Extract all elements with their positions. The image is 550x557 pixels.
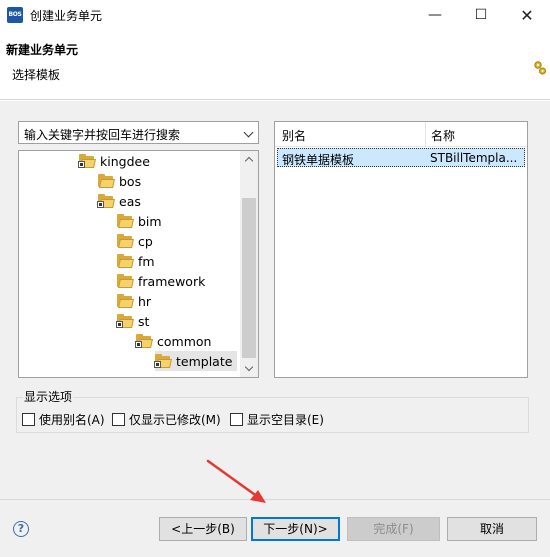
tree-item-hr[interactable]: hr xyxy=(117,291,151,311)
cancel-button[interactable]: 取消 xyxy=(447,517,537,541)
package-folder-icon xyxy=(135,333,153,348)
app-icon: BOS xyxy=(7,7,23,23)
checkbox-box[interactable] xyxy=(230,413,243,426)
search-placeholder: 输入关键字并按回车进行搜索 xyxy=(24,128,181,142)
folder-icon xyxy=(117,213,134,228)
tree-item-label: framework xyxy=(138,273,206,289)
finish-button[interactable]: 完成(F) xyxy=(347,517,440,541)
tree-item-label: eas xyxy=(119,193,141,209)
column-header-alias[interactable]: 别名 xyxy=(282,127,306,144)
wizard-title: 新建业务单元 xyxy=(6,43,79,57)
package-folder-icon xyxy=(116,313,134,328)
wizard-content: 输入关键字并按回车进行搜索 template common st hr framewor… xyxy=(0,101,550,499)
tree-item-st[interactable]: st xyxy=(116,311,150,331)
annotation-arrow-icon xyxy=(206,459,266,503)
tree-scrollbar[interactable] xyxy=(240,151,258,377)
show-empty-dirs-checkbox[interactable]: 显示空目录(E) xyxy=(230,411,324,428)
package-folder-icon xyxy=(78,153,96,168)
scroll-down-icon[interactable] xyxy=(240,360,258,377)
next-button[interactable]: 下一步(N)> xyxy=(251,517,340,541)
tree-item-label: kingdee xyxy=(100,153,150,169)
folder-icon xyxy=(117,233,134,248)
tree-item-label: template xyxy=(176,353,233,369)
show-modified-checkbox[interactable]: 仅显示已修改(M) xyxy=(112,411,221,428)
column-header-name[interactable]: 名称 xyxy=(431,127,455,144)
checkbox-box[interactable] xyxy=(112,413,125,426)
chevron-down-icon[interactable] xyxy=(243,127,254,138)
template-table[interactable]: 别名 名称 钢铁单据模板 STBillTempla... xyxy=(274,121,528,378)
use-alias-checkbox[interactable]: 使用别名(A) xyxy=(22,411,105,428)
tree-item-label: bim xyxy=(138,213,162,229)
minimize-button[interactable]: — xyxy=(412,0,458,30)
tree-item-template[interactable]: template xyxy=(154,351,238,371)
wizard-banner: 新建业务单元 选择模板 xyxy=(0,30,550,100)
package-folder-icon xyxy=(97,193,115,208)
tree-item-label: hr xyxy=(138,293,152,309)
tree-item-eas[interactable]: eas xyxy=(97,191,141,211)
help-icon[interactable]: ? xyxy=(13,521,29,537)
tree-item-bim[interactable]: bim xyxy=(117,211,162,231)
scroll-thumb[interactable] xyxy=(242,198,256,358)
wizard-footer: ? <上一步(B) 下一步(N)> 完成(F) 取消 xyxy=(0,499,550,557)
display-options-label: 显示选项 xyxy=(23,388,74,405)
close-button[interactable]: ✕ xyxy=(504,0,550,30)
tree-item-framework[interactable]: framework xyxy=(117,271,205,291)
scroll-up-icon[interactable] xyxy=(240,151,258,168)
tree-item-kingdee[interactable]: kingdee xyxy=(78,151,150,171)
tree-item-common[interactable]: common xyxy=(135,331,212,351)
package-folder-icon xyxy=(154,353,172,368)
table-cell-name: STBillTempla... xyxy=(430,151,518,165)
folder-icon xyxy=(117,253,134,268)
tree-item-fm[interactable]: fm xyxy=(117,251,155,271)
folder-icon xyxy=(117,293,134,308)
table-cell-alias: 钢铁单据模板 xyxy=(282,153,355,167)
tree-item-bos[interactable]: bos xyxy=(98,171,141,191)
search-combobox[interactable]: 输入关键字并按回车进行搜索 xyxy=(18,121,259,144)
window-title: 创建业务单元 xyxy=(30,9,103,23)
tree-item-label: cp xyxy=(138,233,153,249)
table-header: 别名 名称 xyxy=(275,122,527,147)
title-bar: BOS 创建业务单元 — ☐ ✕ xyxy=(0,0,550,30)
wizard-subtitle: 选择模板 xyxy=(12,68,61,82)
tree-item-label: common xyxy=(157,333,212,349)
tree-item-label: fm xyxy=(138,253,155,269)
back-button[interactable]: <上一步(B) xyxy=(159,517,247,541)
checkbox-box[interactable] xyxy=(22,413,35,426)
tree-item-label: st xyxy=(138,313,150,329)
maximize-button[interactable]: ☐ xyxy=(458,0,504,30)
tree-item-cp[interactable]: cp xyxy=(117,231,153,251)
folder-icon xyxy=(117,273,134,288)
tree-item-label: bos xyxy=(119,173,142,189)
package-tree[interactable]: template common st hr framework fm cp bim eas bos… xyxy=(18,150,259,378)
folder-icon xyxy=(98,173,115,188)
wizard-gears-icon xyxy=(534,61,546,75)
table-row[interactable]: 钢铁单据模板 STBillTempla... xyxy=(277,148,525,167)
